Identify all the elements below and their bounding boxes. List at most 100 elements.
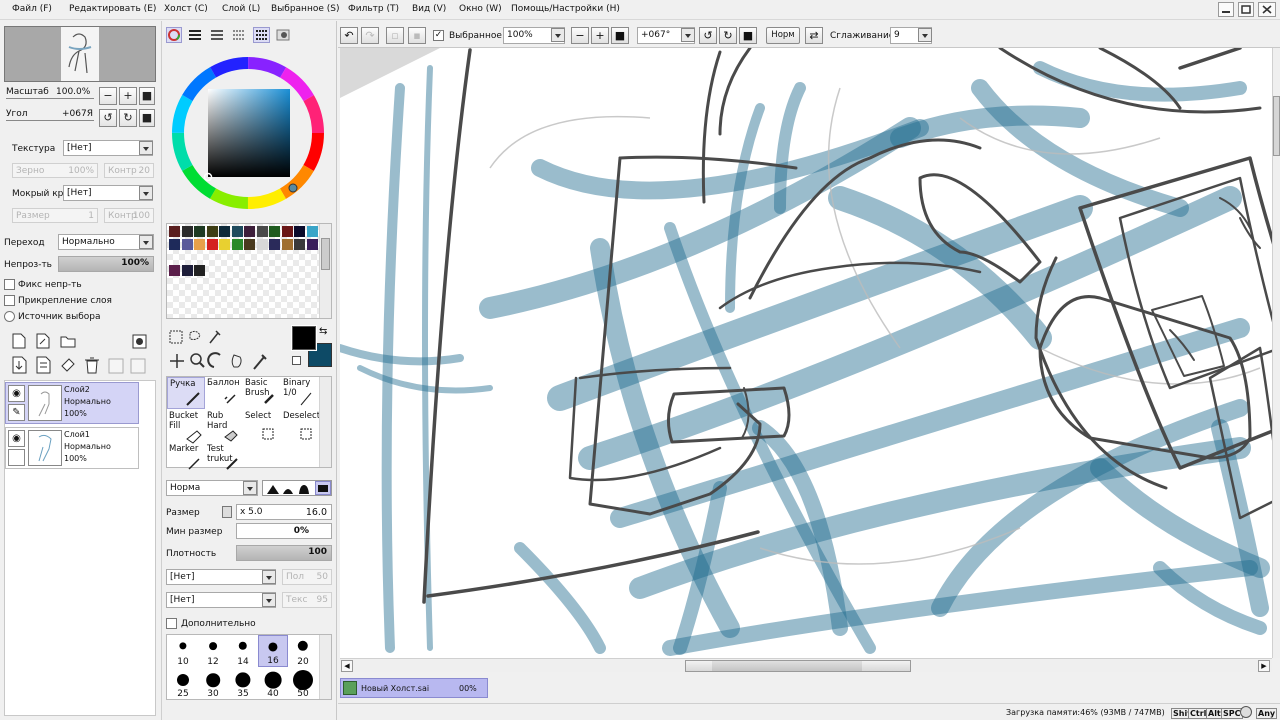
menu-edit[interactable]: Редактировать (E) [69, 4, 156, 14]
grain-field[interactable]: Зерно 100% [12, 163, 98, 178]
minimize-button[interactable] [1218, 2, 1234, 17]
rotate-left-button[interactable]: ↺ [99, 109, 117, 127]
color-swatch[interactable] [181, 226, 193, 237]
color-swatch[interactable] [269, 239, 280, 250]
swap-colors-icon[interactable]: ⇆ [319, 326, 327, 337]
texture-strength-field[interactable]: Текс 95 [282, 592, 332, 608]
toolbar-rotate-left-button[interactable]: ↺ [699, 27, 717, 44]
redo-button[interactable]: ↷ [361, 27, 379, 44]
color-wheel[interactable] [172, 51, 324, 215]
brush-size-preset[interactable]: 16 [258, 635, 288, 667]
color-swatch[interactable] [194, 239, 205, 250]
color-swatch[interactable] [219, 239, 230, 250]
close-button[interactable] [1258, 2, 1276, 17]
rotate-reset-button[interactable]: ■ [139, 109, 155, 127]
rotate-icon[interactable] [210, 350, 228, 370]
color-swatch[interactable] [306, 226, 318, 237]
brush-size-preset[interactable]: 10 [168, 635, 198, 667]
color-swatch[interactable] [256, 226, 268, 237]
transfer-down-button[interactable] [12, 356, 28, 377]
color-swatch[interactable] [181, 265, 193, 276]
maximize-button[interactable] [1238, 2, 1254, 17]
menu-file[interactable]: Файл (F) [12, 4, 52, 14]
palette-bar-icon[interactable] [232, 29, 246, 44]
scroll-left-icon[interactable]: ◀ [341, 660, 353, 672]
scroll-right-icon[interactable]: ▶ [1258, 660, 1270, 672]
swatch-scrollbar[interactable] [319, 224, 331, 318]
clear-layer-button[interactable] [60, 356, 76, 377]
brush-size-preset[interactable]: 35 [228, 667, 258, 699]
navigator-preview[interactable] [4, 26, 156, 82]
color-swatch[interactable] [244, 226, 255, 237]
color-swatch[interactable] [306, 239, 318, 250]
stabilizer-dropdown-arrow[interactable] [918, 28, 932, 42]
eye-icon[interactable]: ◉ [8, 430, 25, 447]
edge-size-field[interactable]: Размер 1 [12, 208, 98, 223]
clip-layer-checkbox[interactable] [4, 295, 15, 306]
scratchpad-icon[interactable] [276, 29, 290, 44]
color-swatch[interactable] [231, 226, 243, 237]
primary-color-swatch[interactable] [291, 325, 317, 351]
brush-size-preset[interactable]: 40 [258, 667, 288, 699]
toolbar-zoom-dropdown-arrow[interactable] [551, 28, 565, 42]
brush-shape-select[interactable]: [Нет] [166, 569, 276, 585]
color-swatch[interactable] [206, 226, 218, 237]
min-size-field[interactable]: 0% [236, 523, 332, 539]
texture-dropdown-arrow[interactable] [139, 141, 153, 155]
density-slider[interactable]: 100 [236, 545, 332, 561]
new-linework-layer-button[interactable] [36, 333, 50, 352]
brush-size-preset[interactable]: 20 [288, 635, 318, 667]
brush-texture-dropdown-arrow[interactable] [262, 593, 276, 607]
canvas-vertical-scrollbar[interactable] [1272, 48, 1280, 658]
color-swatch[interactable] [244, 239, 255, 250]
deselect-button[interactable]: ▫ [386, 27, 404, 44]
pen-lock-icon[interactable] [8, 449, 25, 466]
toolbar-angle-dropdown-arrow[interactable] [681, 28, 695, 42]
tool-deselect[interactable]: Deselect [281, 410, 319, 442]
color-swatch[interactable] [281, 226, 293, 237]
zoom-icon[interactable] [190, 350, 208, 370]
shape-strength-field[interactable]: Пол 50 [282, 569, 332, 585]
zoom-slider[interactable] [6, 98, 94, 99]
tool-rub-hard[interactable]: Rub Hard [205, 410, 243, 442]
color-swatch[interactable] [294, 226, 305, 237]
color-swatch[interactable] [169, 226, 180, 237]
color-swatch[interactable] [181, 239, 193, 250]
toolbar-zoom-in-button[interactable]: + [591, 27, 609, 44]
hand-icon[interactable] [230, 350, 248, 370]
brush-size-preset[interactable]: 12 [198, 635, 228, 667]
menu-view[interactable]: Вид (V) [412, 4, 446, 14]
opacity-slider[interactable]: 100% [58, 256, 154, 272]
eyedropper-icon[interactable] [252, 350, 270, 370]
zoom-reset-button[interactable]: ■ [139, 87, 155, 105]
tool-marker[interactable]: Marker [167, 443, 205, 475]
tool-pen[interactable]: Ручка [167, 377, 205, 409]
color-swatch[interactable] [281, 239, 293, 250]
rgb-sliders-icon[interactable] [188, 29, 202, 44]
edge-contrast-field[interactable]: Контр 100 [104, 208, 154, 223]
menu-filter[interactable]: Фильтр (T) [348, 4, 399, 14]
document-tab[interactable]: Новый Холст.sai 00% [340, 678, 488, 698]
size-multiplier-toggle[interactable] [222, 506, 232, 518]
invert-select-button[interactable]: ▪ [408, 27, 426, 44]
flip-mode-button[interactable]: Норм [766, 27, 800, 44]
swatches-mode-icon[interactable] [253, 27, 270, 43]
reset-colors-icon[interactable] [292, 356, 301, 365]
hsv-sliders-icon[interactable] [210, 29, 224, 44]
menu-selection[interactable]: Выбранное (S) [271, 4, 339, 14]
trash-icon[interactable] [84, 356, 100, 377]
color-swatch[interactable] [169, 239, 180, 250]
blend-mode-dropdown-arrow[interactable] [139, 235, 153, 249]
zoom-out-button[interactable]: − [99, 87, 117, 105]
advanced-checkbox[interactable] [166, 618, 177, 629]
layer-item[interactable]: ◉ Слой1 Нормально 100% [5, 427, 139, 469]
selection-source-radio[interactable] [4, 311, 15, 322]
toolbar-zoom-out-button[interactable]: − [571, 27, 589, 44]
horizontal-scroll-thumb[interactable] [685, 660, 911, 672]
tool-binary[interactable]: Binary 1/0 [281, 377, 319, 409]
brush-size-preset[interactable]: 30 [198, 667, 228, 699]
magic-wand-icon[interactable] [208, 327, 226, 345]
brush-size-preset[interactable]: 50 [288, 667, 318, 699]
color-swatch[interactable] [294, 239, 305, 250]
color-swatch[interactable] [206, 239, 218, 250]
